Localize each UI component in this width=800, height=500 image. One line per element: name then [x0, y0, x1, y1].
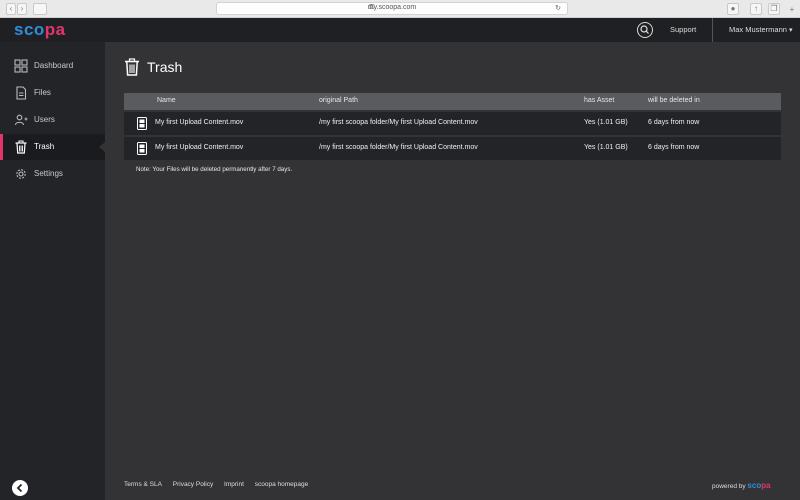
powered-logo-right: pa — [761, 481, 771, 490]
forward-button[interactable]: › — [17, 3, 27, 15]
row-asset: Yes (1.01 GB) — [584, 144, 628, 151]
sidebar-item-label: Files — [34, 88, 51, 97]
row-path: /my first scoopa folder/My first Upload … — [319, 144, 478, 151]
search-icon[interactable] — [637, 22, 653, 38]
table-header: Name original Path has Asset will be del… — [124, 93, 781, 110]
table-row[interactable]: My first Upload Content.mov /my first sc… — [124, 137, 781, 160]
user-menu[interactable]: Max Mustermann ▾ — [729, 25, 793, 34]
url-text: my.scoopa.com — [367, 4, 417, 11]
download-button[interactable]: ● — [727, 3, 739, 15]
row-path: /my first scoopa folder/My first Upload … — [319, 119, 478, 126]
trash-icon — [15, 140, 27, 154]
address-bar[interactable]: ⚿ my.scoopa.com ↻ — [216, 2, 568, 15]
sidebar-item-settings[interactable]: Settings — [0, 161, 105, 187]
users-icon — [14, 114, 28, 126]
back-button[interactable]: ‹ — [6, 3, 16, 15]
sidebar-item-label: Settings — [34, 169, 63, 178]
chevron-left-icon — [16, 483, 23, 493]
dashboard-icon — [14, 59, 28, 73]
files-icon — [16, 86, 27, 100]
sidebar-item-dashboard[interactable]: Dashboard — [0, 53, 105, 79]
page-title: Trash — [147, 59, 183, 75]
column-header-deleted-in[interactable]: will be deleted in — [648, 97, 700, 104]
column-header-name[interactable]: Name — [157, 97, 176, 104]
footer-links: Terms & SLA Privacy Policy Imprint scoop… — [124, 481, 317, 488]
trash-table: Name original Path has Asset will be del… — [124, 93, 781, 160]
user-name: Max Mustermann — [729, 25, 787, 34]
logo-text-left: sco — [14, 20, 45, 39]
sidebar-item-trash[interactable]: Trash — [0, 134, 105, 160]
column-header-asset[interactable]: has Asset — [584, 97, 614, 104]
footer-link-privacy[interactable]: Privacy Policy — [173, 481, 213, 488]
table-row[interactable]: My first Upload Content.mov /my first sc… — [124, 112, 781, 135]
video-file-icon — [137, 117, 147, 130]
row-deleted-in: 6 days from now — [648, 119, 700, 126]
support-link[interactable]: Support — [670, 25, 696, 34]
tabs-button[interactable]: ❐ — [768, 3, 780, 15]
row-name: My first Upload Content.mov — [155, 119, 244, 126]
trash-icon — [125, 58, 139, 76]
powered-logo-left: sco — [747, 481, 762, 490]
footer-link-imprint[interactable]: Imprint — [224, 481, 244, 488]
sidebar-collapse-button[interactable] — [12, 480, 28, 496]
logo-text-right: pa — [44, 20, 66, 39]
powered-by-label: powered by — [712, 483, 746, 490]
gear-icon — [16, 169, 26, 179]
sidebar-item-label: Users — [34, 115, 55, 124]
video-file-icon — [137, 142, 147, 155]
row-name: My first Upload Content.mov — [155, 144, 244, 151]
browser-toolbar: ‹ › i ⚿ my.scoopa.com ↻ ● ↑ ❐ + — [0, 0, 800, 18]
header-divider — [712, 18, 713, 42]
sidebar-item-files[interactable]: Files — [0, 80, 105, 106]
sidebar: Dashboard Files Users Trash Settings — [0, 42, 105, 500]
footer-link-homepage[interactable]: scoopa homepage — [255, 481, 309, 488]
sidebar-item-users[interactable]: Users — [0, 107, 105, 133]
sidebar-item-label: Dashboard — [34, 61, 74, 70]
sidebar-toggle-button[interactable] — [33, 3, 47, 15]
chevron-down-icon: ▾ — [789, 27, 793, 34]
scoopa-logo[interactable]: scopa — [14, 20, 66, 40]
powered-by[interactable]: powered by scopa — [712, 481, 771, 490]
new-tab-button[interactable]: + — [786, 5, 798, 17]
share-button[interactable]: ↑ — [750, 3, 762, 15]
sidebar-item-label: Trash — [34, 142, 55, 151]
row-deleted-in: 6 days from now — [648, 144, 700, 151]
reload-icon[interactable]: ↻ — [555, 4, 561, 12]
column-header-path[interactable]: original Path — [319, 97, 358, 104]
footer-link-terms[interactable]: Terms & SLA — [124, 481, 162, 488]
deletion-note: Note: Your Files will be deleted permane… — [136, 166, 293, 173]
row-asset: Yes (1.01 GB) — [584, 119, 628, 126]
